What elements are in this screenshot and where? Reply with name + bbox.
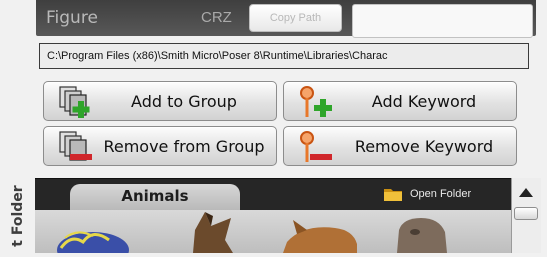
remove-from-group-label: Remove from Group	[103, 136, 265, 156]
add-to-group-label: Add to Group	[131, 91, 237, 111]
thumbnail-item	[57, 231, 129, 257]
folder-icon	[384, 189, 402, 201]
add-documents-icon	[59, 86, 90, 118]
remove-keyword-icon	[300, 131, 332, 162]
scroll-thumb[interactable]	[514, 207, 538, 220]
remove-from-group-button[interactable]: Remove from Group	[43, 126, 277, 166]
open-folder-label: Open Folder	[410, 188, 472, 200]
animal-thumbnails	[57, 212, 447, 257]
preview-field	[352, 4, 533, 38]
thumbnail-item	[397, 218, 447, 253]
add-keyword-icon	[300, 86, 332, 117]
library-side-tab[interactable]: t Folder	[2, 178, 32, 253]
figure-code-label: CRZ	[201, 9, 232, 26]
scroll-up-arrow-icon[interactable]	[516, 184, 536, 202]
figure-label: Figure	[46, 8, 98, 28]
remove-documents-icon	[59, 131, 92, 161]
remove-keyword-label: Remove Keyword	[354, 136, 494, 156]
thumbnail-item	[193, 212, 233, 253]
side-tab-label: t Folder	[10, 185, 26, 247]
copy-path-button[interactable]: Copy Path	[249, 4, 342, 32]
remove-keyword-button[interactable]: Remove Keyword	[283, 126, 517, 166]
add-keyword-label: Add Keyword	[371, 91, 477, 111]
library-path-field[interactable]: C:\Program Files (x86)\Smith Micro\Poser…	[39, 43, 529, 69]
add-to-group-button[interactable]: Add to Group	[43, 81, 277, 121]
tab-animals[interactable]: Animals	[70, 184, 240, 210]
thumbnail-strip[interactable]	[35, 210, 511, 257]
thumbnail-item	[283, 220, 357, 253]
open-folder-button[interactable]: Open Folder	[383, 185, 508, 205]
add-keyword-button[interactable]: Add Keyword	[283, 81, 517, 121]
